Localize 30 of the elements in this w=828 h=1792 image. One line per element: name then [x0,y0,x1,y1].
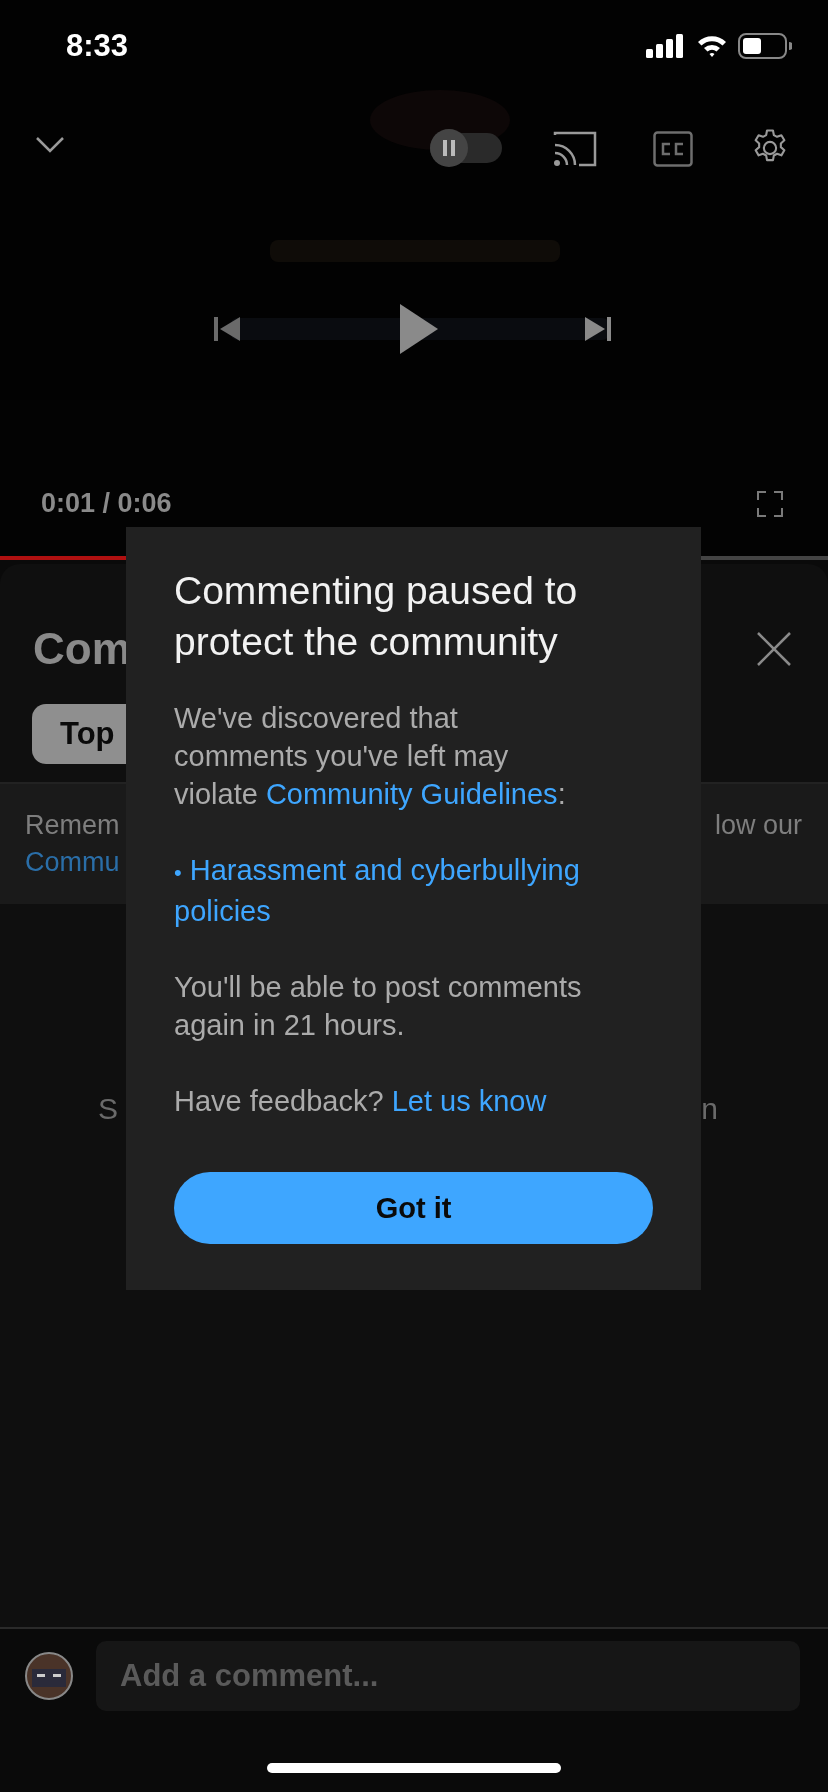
signal-icon [646,34,686,58]
captions-icon[interactable] [653,131,693,167]
fullscreen-icon[interactable] [757,491,783,517]
comment-field[interactable]: Add a comment... [96,1641,800,1711]
feedback-link[interactable]: Let us know [391,1085,547,1117]
chevron-down-icon[interactable] [35,136,65,154]
dialog-text: You'll be able to post comments again in 21 hours. [174,970,583,1043]
video-time: 0:01 / 0:06 [41,488,172,519]
notice-text: Remem [25,810,120,841]
empty-text: n [701,1092,718,1126]
pause-icon [442,140,456,156]
wifi-icon [696,34,728,58]
dialog-title: Commenting paused to protect the community [174,568,579,665]
guidelines-link[interactable]: Community Guidelines [265,778,558,810]
feedback-text: Have feedback? Let us know [174,1084,548,1119]
status-time: 8:33 [66,28,129,64]
policy-link[interactable]: • Harassment and cyberbullying policies [174,851,594,930]
battery-icon [738,33,792,59]
previous-icon[interactable] [214,315,242,343]
panel-title: Com [33,624,131,674]
cast-icon[interactable] [553,131,597,167]
dialog-text: We've discovered that comments you've left may violate Community Guidelines: [174,701,567,812]
next-icon[interactable] [583,315,611,343]
close-icon[interactable] [756,631,792,667]
guidelines-link[interactable]: Commu [25,847,120,878]
empty-text: S [98,1092,118,1126]
notice-text: low our [714,810,802,841]
play-icon[interactable] [400,304,438,354]
avatar[interactable] [24,1651,74,1701]
got-it-button[interactable]: Got it [174,1172,653,1244]
